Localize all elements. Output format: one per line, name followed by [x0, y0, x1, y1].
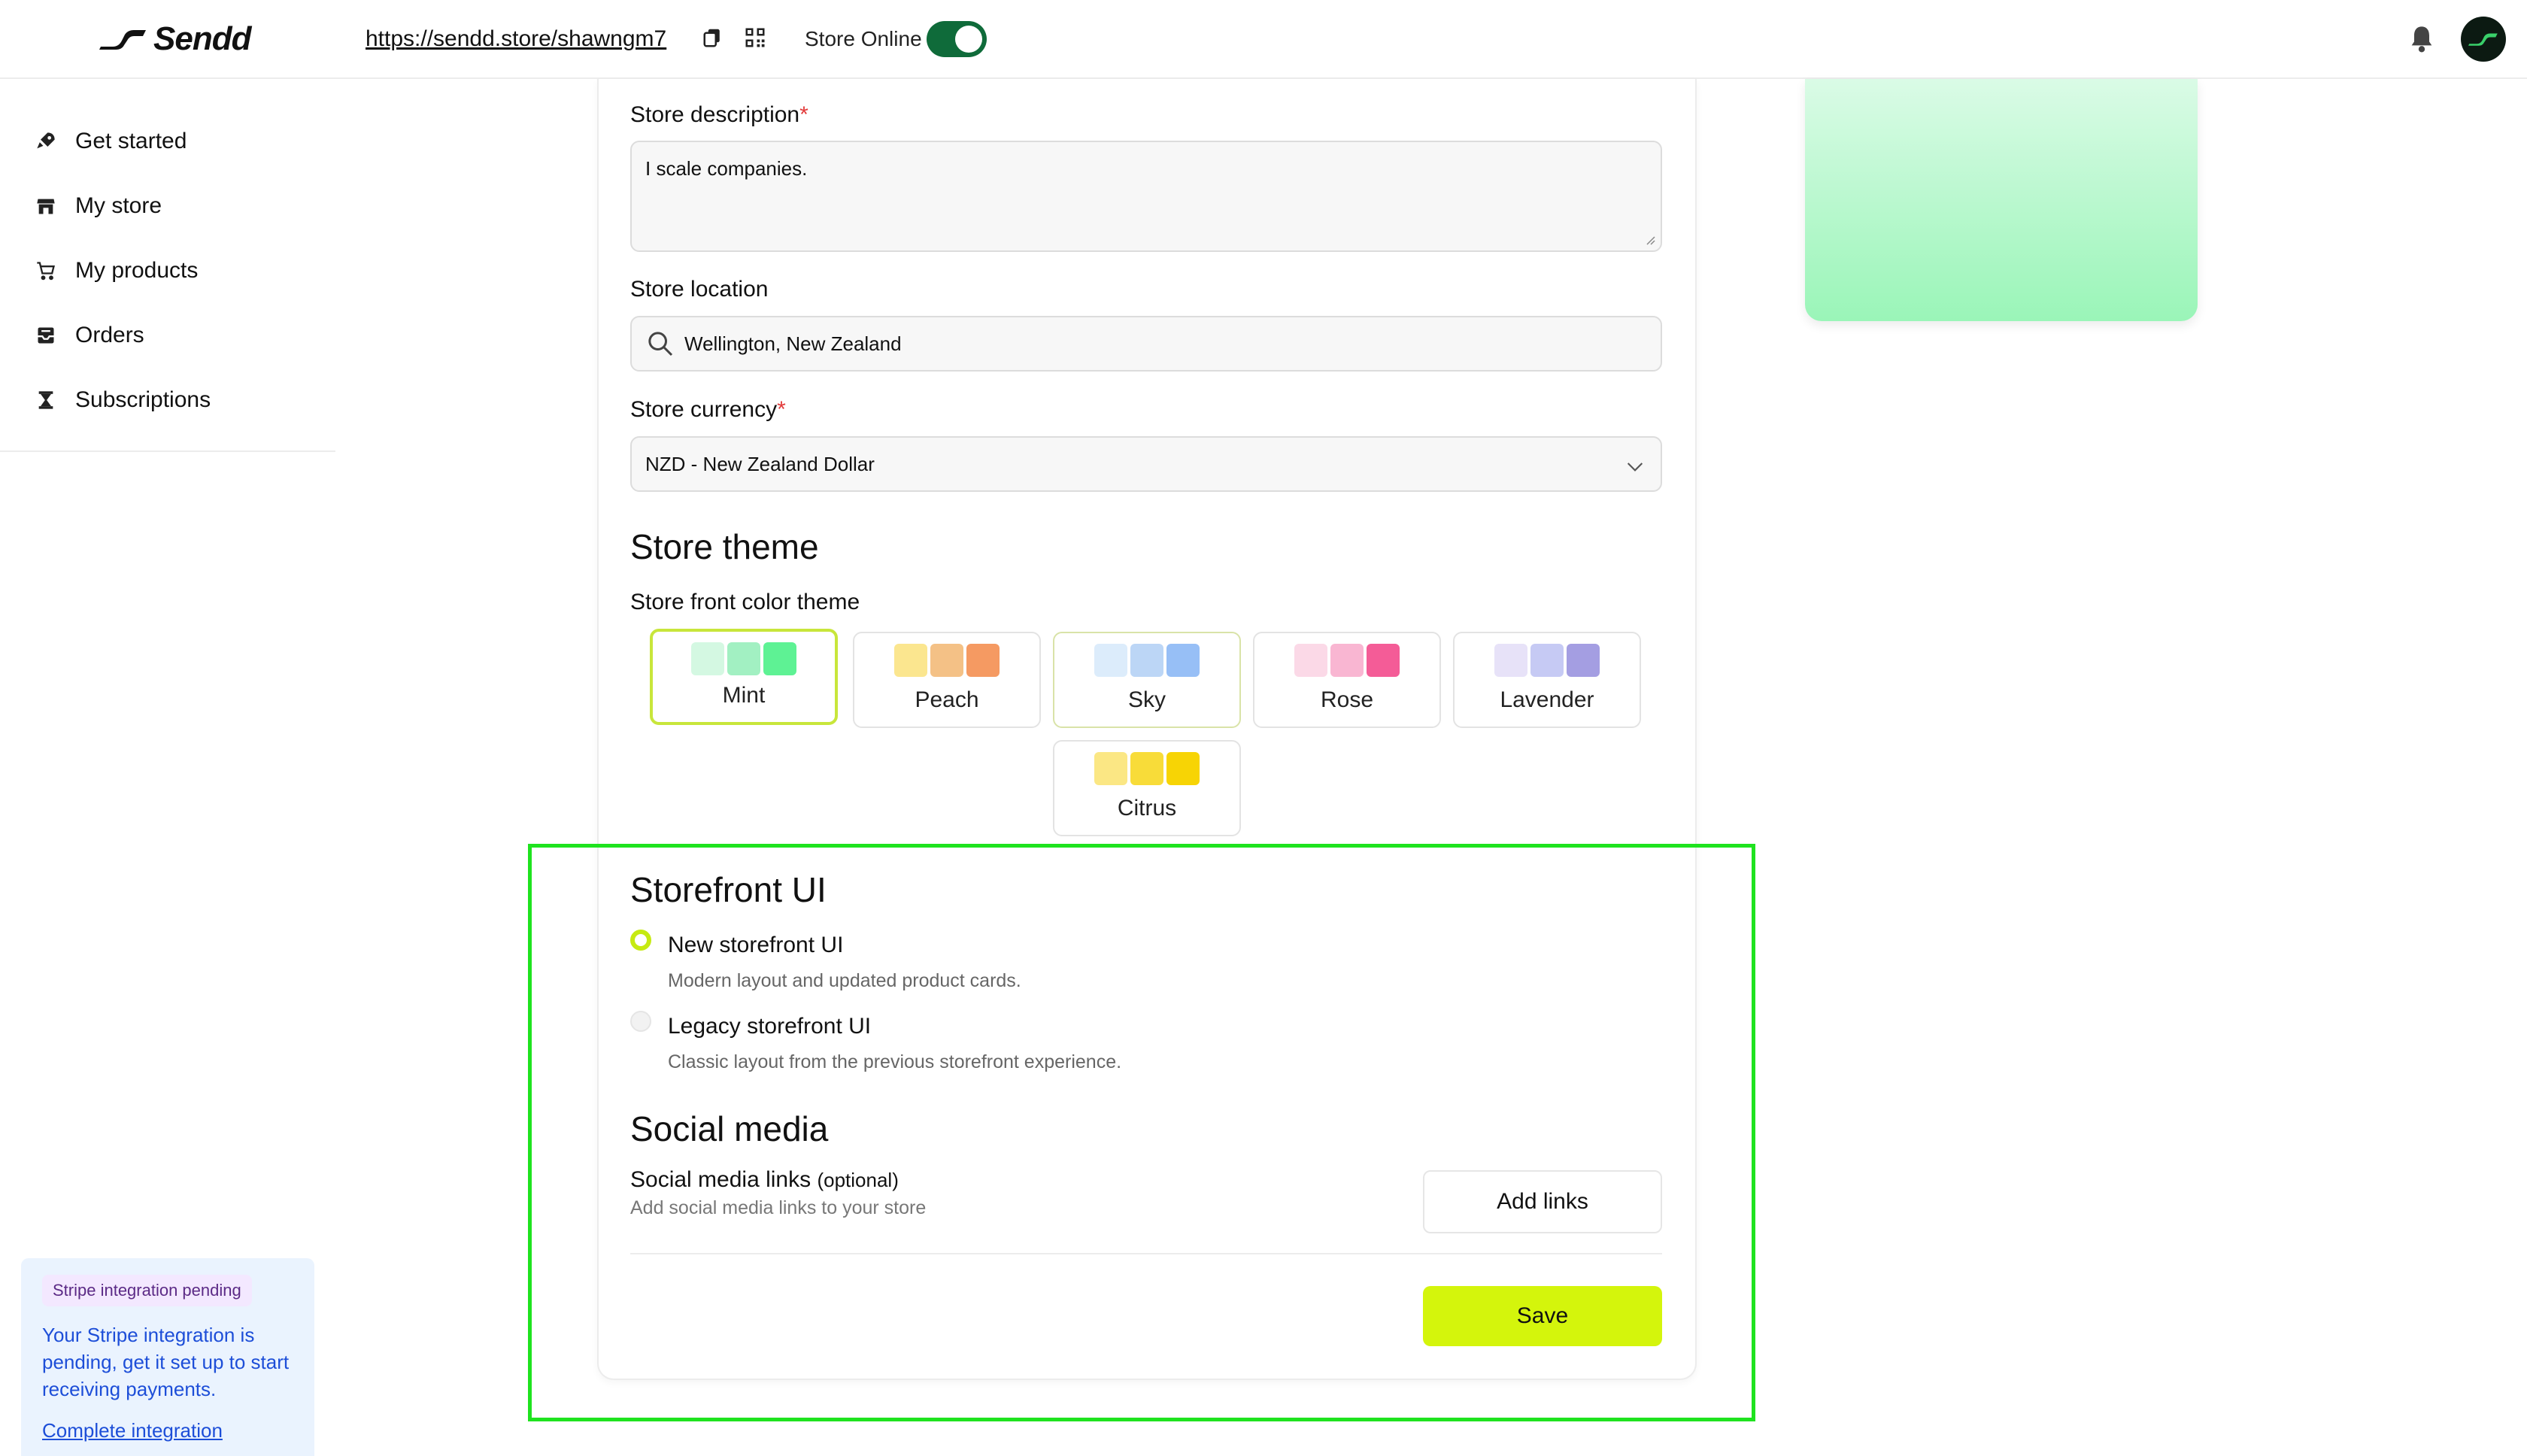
theme-swatches: [1494, 644, 1600, 677]
storefront-preview: [1805, 79, 2198, 321]
store-description-textarea[interactable]: I scale companies.: [630, 141, 1662, 252]
theme-option-label: Peach: [915, 687, 979, 712]
swatch: [1166, 644, 1200, 677]
sidebar-item-label: Orders: [75, 323, 144, 347]
store-online-label: Store Online: [805, 27, 922, 50]
swatch: [1530, 644, 1564, 677]
sidebar-item-get-started[interactable]: Get started: [0, 109, 335, 174]
user-avatar[interactable]: [2461, 17, 2506, 62]
swatch: [894, 644, 927, 677]
swatch: [1367, 644, 1400, 677]
theme-swatches: [1294, 644, 1400, 677]
stripe-status-badge: Stripe integration pending: [42, 1275, 252, 1306]
sidebar: Get started My store My products Orders …: [0, 79, 335, 1456]
store-currency-select[interactable]: NZD - New Zealand Dollar: [630, 436, 1662, 492]
theme-option-peach[interactable]: Peach: [853, 632, 1041, 728]
swatch: [1094, 752, 1127, 785]
sidebar-nav: Get started My store My products Orders …: [0, 109, 335, 452]
sidebar-item-label: Subscriptions: [75, 387, 211, 412]
sidebar-item-subscriptions[interactable]: Subscriptions: [0, 368, 335, 432]
toggle-knob: [955, 26, 982, 53]
sidebar-item-label: My store: [75, 193, 162, 218]
swatch: [727, 642, 760, 675]
store-currency-label: Store currency*: [630, 397, 786, 423]
required-asterisk: *: [799, 102, 808, 127]
stripe-message: Your Stripe integration is pending, get …: [42, 1324, 290, 1400]
theme-option-label: Sky: [1127, 687, 1166, 712]
swatch: [1130, 752, 1163, 785]
store-currency-value: NZD - New Zealand Dollar: [645, 452, 875, 475]
swatch: [1494, 644, 1527, 677]
stripe-integration-card: Stripe integration pending Your Stripe i…: [21, 1258, 314, 1456]
sidebar-item-my-store[interactable]: My store: [0, 174, 335, 238]
sidebar-item-orders[interactable]: Orders: [0, 303, 335, 368]
theme-option-label: Rose: [1320, 687, 1374, 712]
chevron-down-icon: [1627, 463, 1643, 472]
swatch: [763, 642, 796, 675]
theme-option-sky[interactable]: Sky: [1053, 632, 1241, 728]
swatch: [1130, 644, 1163, 677]
avatar-logo-icon: [2468, 33, 2498, 46]
logo-mark-icon: [99, 30, 146, 50]
search-icon: [648, 332, 673, 356]
sidebar-item-label: Get started: [75, 129, 187, 153]
store-location-label: Store location: [630, 277, 769, 302]
sidebar-item-label: My products: [75, 258, 199, 283]
hourglass-icon: [33, 387, 59, 413]
brand-name: Sendd: [153, 20, 251, 57]
swatch: [930, 644, 963, 677]
theme-option-rose[interactable]: Rose: [1253, 632, 1441, 728]
sidebar-item-my-products[interactable]: My products: [0, 238, 335, 303]
theme-option-label: Lavender: [1500, 687, 1594, 712]
theme-option-lavender[interactable]: Lavender: [1453, 632, 1641, 728]
swatch: [1166, 752, 1200, 785]
inbox-icon: [33, 323, 59, 348]
store-description-label: Store description*: [630, 102, 808, 128]
theme-option-label: Citrus: [1117, 796, 1177, 821]
store-url-link[interactable]: https://sendd.store/shawngm7: [366, 23, 666, 56]
theme-swatches: [1094, 752, 1200, 785]
theme-swatches: [894, 644, 1000, 677]
store-icon: [33, 193, 59, 219]
swatch: [691, 642, 724, 675]
sendd-logo[interactable]: Sendd: [99, 18, 251, 60]
store-location-value: Wellington, New Zealand: [684, 332, 902, 355]
theme-option-label: Mint: [722, 683, 766, 708]
store-description-label-text: Store description: [630, 102, 800, 127]
copy-icon[interactable]: [699, 24, 727, 51]
store-online-toggle[interactable]: [927, 21, 987, 57]
theme-swatches: [1094, 644, 1200, 677]
store-theme-subtitle: Store front color theme: [630, 590, 860, 614]
complete-integration-link[interactable]: Complete integration: [42, 1419, 293, 1442]
swatch: [1330, 644, 1364, 677]
resize-handle-icon[interactable]: [1644, 234, 1656, 246]
top-bar: Sendd https://sendd.store/shawngm7 Store…: [0, 0, 2527, 79]
notification-bell-icon[interactable]: [2407, 24, 2437, 54]
cart-icon: [33, 258, 59, 284]
swatch: [1094, 644, 1127, 677]
highlight-annotation-box: [528, 844, 1755, 1421]
store-theme-heading: Store theme: [630, 527, 819, 566]
swatch: [1567, 644, 1600, 677]
theme-option-citrus[interactable]: Citrus: [1053, 740, 1241, 836]
required-asterisk: *: [777, 397, 786, 422]
theme-option-mint[interactable]: Mint: [650, 629, 838, 725]
rocket-icon: [33, 129, 59, 154]
store-location-input[interactable]: Wellington, New Zealand: [630, 316, 1662, 372]
store-currency-label-text: Store currency: [630, 397, 778, 422]
store-description-value: I scale companies.: [645, 157, 808, 180]
swatch: [966, 644, 1000, 677]
qr-code-icon[interactable]: [742, 24, 769, 51]
swatch: [1294, 644, 1327, 677]
theme-swatches: [691, 642, 796, 675]
